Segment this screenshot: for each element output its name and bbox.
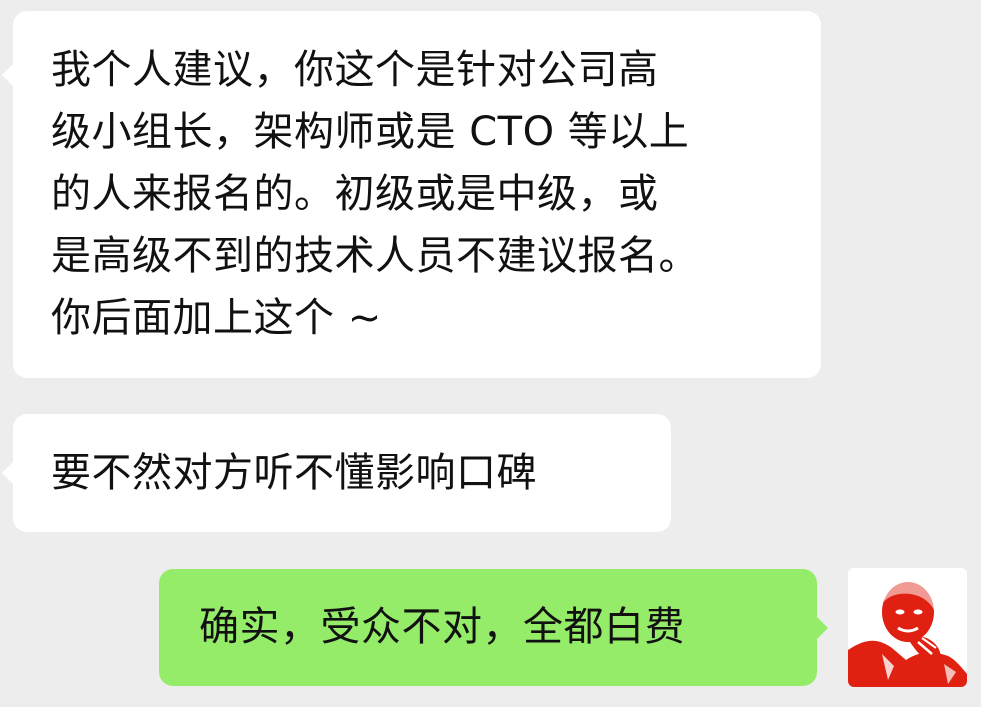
incoming-message-bubble[interactable]: 我个人建议，你这个是针对公司高 级小组长，架构师或是 CTO 等以上 的人来报名…: [2, 11, 821, 378]
message-text: 确实，受众不对，全都白费: [199, 604, 685, 650]
bubble-tail: [816, 616, 828, 640]
message-text: 我个人建议，你这个是针对公司高 级小组长，架构师或是 CTO 等以上 的人来报名…: [51, 47, 699, 341]
incoming-message-bubble[interactable]: 要不然对方听不懂影响口碑: [2, 414, 671, 532]
outgoing-message-bubble[interactable]: 确实，受众不对，全都白费: [159, 569, 828, 686]
avatar[interactable]: [848, 568, 967, 687]
message-text: 要不然对方听不懂影响口碑: [51, 450, 537, 496]
bubble-tail: [2, 461, 14, 485]
bubble-tail: [2, 63, 14, 87]
avatar-portrait-icon: [848, 568, 967, 687]
